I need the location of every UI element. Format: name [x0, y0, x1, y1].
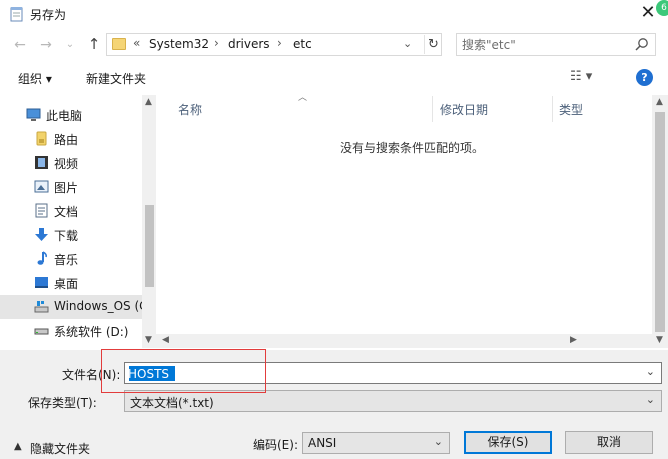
back-arrow-icon[interactable]: ←: [10, 35, 30, 55]
annotation-highlight-box: [101, 349, 266, 393]
save-as-dialog: 另存为 ✕ 6 ← → ⌄ ↑ « System32 › drivers › e…: [0, 0, 668, 459]
encoding-label: 编码(E):: [253, 438, 298, 452]
chevron-down-icon[interactable]: ⌄: [646, 365, 655, 378]
column-header-modified[interactable]: 修改日期: [440, 101, 488, 118]
hide-folders-toggle[interactable]: 隐藏文件夹: [30, 440, 90, 457]
horizontal-scrollbar[interactable]: ◀ ▶: [156, 334, 652, 348]
encoding-value: ANSI: [308, 436, 337, 450]
sidebar-item-videos[interactable]: 视频: [0, 151, 142, 175]
column-header-type[interactable]: 类型: [559, 101, 583, 118]
computer-icon: [26, 108, 41, 121]
sidebar-item-drive-d[interactable]: 系统软件 (D:): [0, 319, 142, 343]
title-bar: 另存为 ✕ 6: [0, 0, 668, 28]
search-input[interactable]: [462, 36, 632, 53]
sidebar-item-music[interactable]: 音乐: [0, 247, 142, 271]
scroll-up-icon[interactable]: ▲: [145, 97, 152, 107]
chevron-right-icon[interactable]: ›: [277, 36, 282, 50]
scroll-down-icon[interactable]: ▼: [656, 335, 663, 345]
sidebar-item-pictures[interactable]: 图片: [0, 175, 142, 199]
folder-icon: [112, 38, 126, 50]
scroll-right-icon[interactable]: ▶: [570, 335, 577, 345]
router-icon: [36, 131, 47, 146]
download-icon: [35, 228, 48, 241]
chevron-up-icon[interactable]: ▲: [14, 441, 22, 452]
sidebar-item-label: 桌面: [54, 277, 79, 291]
filetype-select[interactable]: 文本文档(*.txt) ⌄: [124, 390, 662, 412]
column-divider[interactable]: [552, 96, 553, 122]
desktop-icon: [35, 277, 48, 288]
scroll-up-icon[interactable]: ▲: [656, 97, 663, 107]
sidebar-item-label: Windows_OS (C: [54, 299, 148, 313]
breadcrumb-drivers[interactable]: drivers: [228, 37, 270, 51]
sort-up-icon: ︿: [298, 93, 308, 103]
notepad-icon: [10, 7, 23, 22]
address-bar[interactable]: « System32 › drivers › etc ⌄ ↻: [106, 33, 442, 56]
music-icon: [37, 251, 47, 265]
sidebar-scrollbar-thumb[interactable]: [145, 205, 154, 287]
sidebar-item-drive-c[interactable]: Windows_OS (C: [0, 295, 148, 319]
scroll-down-icon[interactable]: ▼: [145, 335, 152, 345]
breadcrumb-etc[interactable]: etc: [293, 37, 312, 51]
help-icon[interactable]: ?: [636, 69, 653, 86]
documents-icon: [35, 203, 48, 218]
column-divider[interactable]: [432, 96, 433, 122]
video-icon: [35, 156, 48, 169]
forward-arrow-icon[interactable]: →: [36, 35, 56, 55]
sidebar-item-router[interactable]: 路由: [0, 127, 142, 151]
cancel-button[interactable]: 取消: [565, 431, 653, 454]
view-options-icon[interactable]: ☷ ▾: [570, 69, 592, 84]
pictures-icon: [34, 180, 49, 193]
breadcrumb-overflow[interactable]: «: [133, 36, 140, 50]
filetype-value: 文本文档(*.txt): [130, 396, 214, 410]
sidebar-item-label: 视频: [54, 157, 79, 171]
chevron-down-icon[interactable]: ⌄: [646, 393, 655, 406]
new-folder-button[interactable]: 新建文件夹: [86, 70, 146, 87]
refresh-icon[interactable]: ↻: [424, 35, 442, 54]
drive-icon: [34, 328, 49, 335]
sidebar-item-label: 文档: [54, 205, 79, 219]
recent-dropdown-icon[interactable]: ⌄: [60, 35, 80, 55]
sidebar-item-label: 路由: [54, 133, 79, 147]
sidebar-item-label: 图片: [54, 181, 79, 195]
list-scrollbar-thumb[interactable]: [655, 112, 665, 332]
sidebar-item-label: 下载: [54, 229, 79, 243]
sidebar-item-downloads[interactable]: 下载: [0, 223, 142, 247]
sidebar-item-label: 系统软件 (D:): [54, 325, 129, 339]
empty-list-message: 没有与搜索条件匹配的项。: [340, 141, 485, 155]
organize-menu[interactable]: 组织 ▾: [18, 70, 52, 87]
command-bar: 组织 ▾ 新建文件夹 ☷ ▾ ?: [0, 63, 668, 93]
column-header-name[interactable]: 名称: [178, 101, 202, 118]
sidebar-item-desktop[interactable]: 桌面: [0, 271, 142, 295]
notification-badge: 6: [656, 0, 668, 16]
chevron-down-icon[interactable]: ⌄: [403, 37, 412, 50]
drive-icon: [34, 301, 49, 313]
save-button[interactable]: 保存(S): [464, 431, 552, 454]
navigation-pane[interactable]: 此电脑 路由 视频 图片 文档 下载 音乐 桌面 Windows_OS (C 系…: [0, 95, 156, 348]
encoding-select[interactable]: ANSI ⌄: [302, 432, 450, 454]
filetype-label: 保存类型(T):: [28, 396, 97, 410]
sidebar-item-label: 音乐: [54, 253, 79, 267]
up-arrow-icon[interactable]: ↑: [84, 34, 104, 54]
breadcrumb-system32[interactable]: System32: [149, 37, 209, 51]
scroll-left-icon[interactable]: ◀: [162, 335, 169, 345]
search-icon[interactable]: [633, 36, 651, 54]
chevron-right-icon[interactable]: ›: [214, 36, 219, 50]
chevron-down-icon[interactable]: ⌄: [434, 435, 443, 448]
sidebar-item-label: 此电脑: [46, 109, 83, 123]
window-title: 另存为: [30, 8, 67, 22]
sidebar-item-this-pc[interactable]: 此电脑: [0, 103, 142, 127]
sidebar-item-documents[interactable]: 文档: [0, 199, 142, 223]
search-box[interactable]: [456, 33, 656, 56]
